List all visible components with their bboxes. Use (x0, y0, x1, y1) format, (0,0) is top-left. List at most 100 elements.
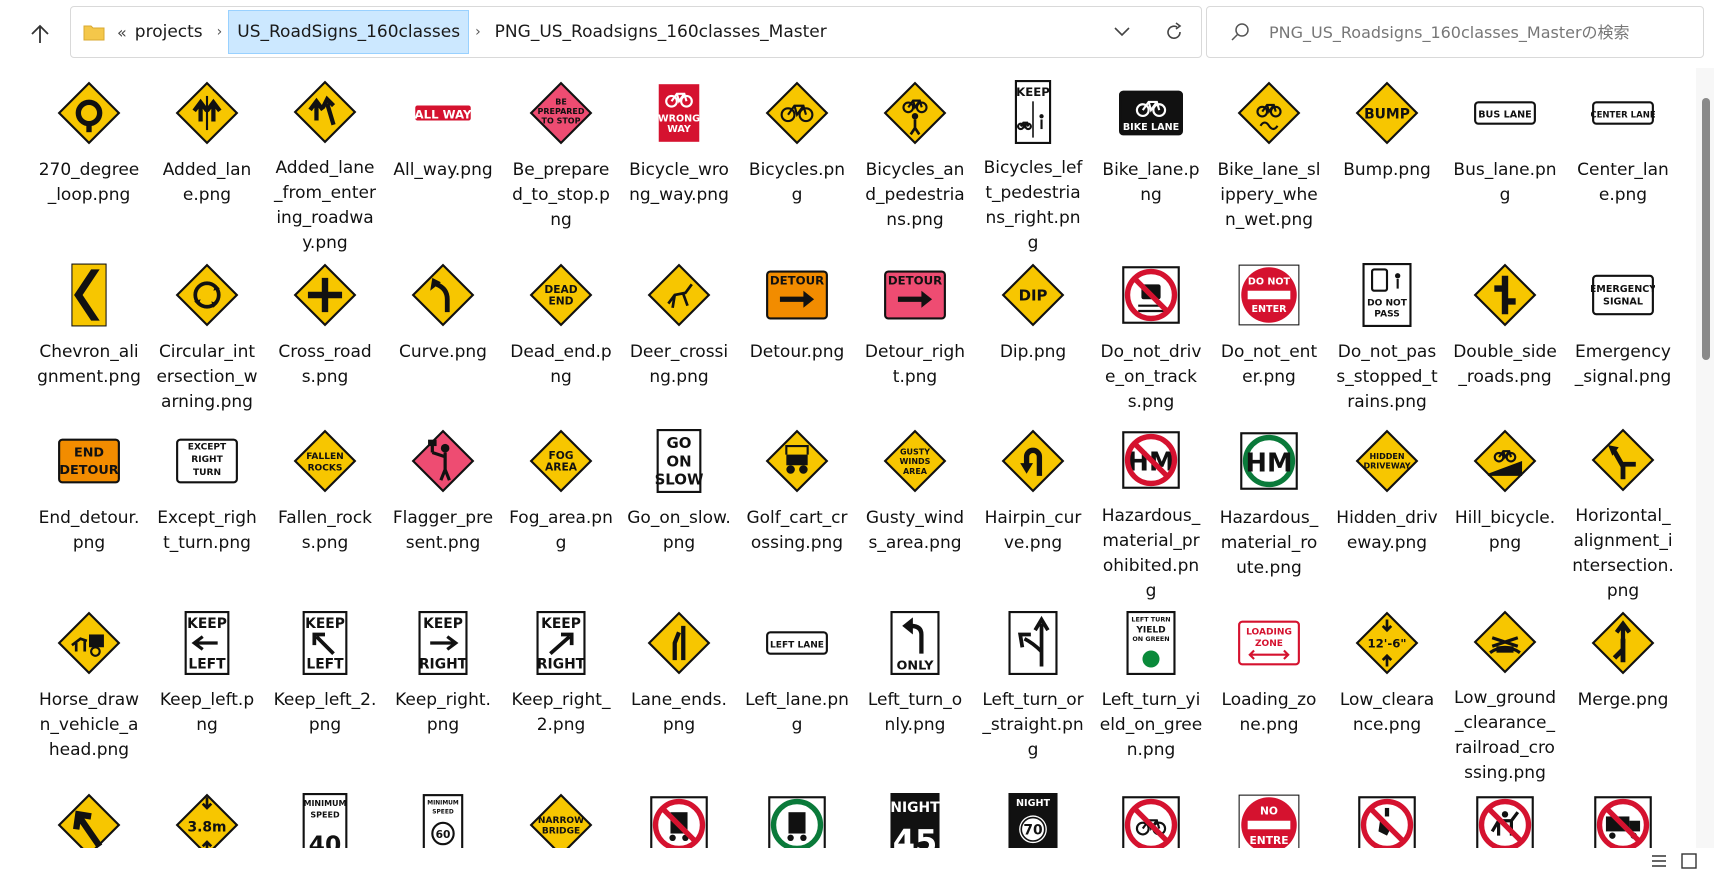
file-item[interactable]: GUSTY WINDS AREA Gusty_winds_area.png (856, 422, 974, 604)
file-item[interactable]: 12'-6" Low_clearance.png (1328, 604, 1446, 786)
file-item[interactable]: KEEP LEFT Keep_left_2.png (266, 604, 384, 786)
scrollbar-thumb[interactable] (1702, 98, 1710, 360)
breadcrumb-current-folder[interactable]: PNG_US_Roadsigns_160classes_Master (487, 10, 835, 54)
breadcrumb-overflow-icon[interactable]: « (117, 23, 127, 42)
address-bar[interactable]: « projects › US_RoadSigns_160classes › P… (70, 6, 1202, 58)
file-item[interactable] (1328, 786, 1446, 848)
file-item[interactable]: KEEP RIGHT Keep_right_2.png (502, 604, 620, 786)
svg-text:KEEP: KEEP (305, 616, 345, 632)
address-dropdown-button[interactable] (1105, 15, 1139, 49)
file-item[interactable]: DETOUR Detour_right.png (856, 256, 974, 422)
bicycles-pedestrians-sign-icon (883, 81, 947, 145)
file-item[interactable]: Hill_bicycle.png (1446, 422, 1564, 604)
file-item[interactable]: LEFT TURN YIELD ON GREEN Left_turn_yield_on… (1092, 604, 1210, 786)
file-item[interactable]: EMERGENCY SIGNAL Emergency_signal.png (1564, 256, 1682, 422)
bicycle-wrong-way-sign-icon: WRONGWAY (656, 82, 702, 144)
file-item[interactable]: Bicycles_and_pedestrians.png (856, 74, 974, 256)
file-item[interactable]: Do_not_drive_on_tracks.png (1092, 256, 1210, 422)
file-item[interactable]: WRONG WAY Bicycle_wrong_way.png (620, 74, 738, 256)
file-item[interactable] (620, 786, 738, 848)
file-item[interactable]: NIGHT 70 (974, 786, 1092, 848)
search-box[interactable] (1206, 6, 1704, 58)
dip-sign-icon: DIP (974, 256, 1092, 334)
file-item[interactable]: MINIMUM SPEED 40 (266, 786, 384, 848)
file-item[interactable] (30, 786, 148, 848)
trucks-allowed-sign-icon (768, 796, 826, 848)
file-item[interactable]: GO ON SLOW Go_on_slow.png (620, 422, 738, 604)
svg-text:NIGHT: NIGHT (1016, 798, 1051, 809)
up-arrow-button[interactable] (22, 16, 58, 52)
breadcrumb-separator-icon[interactable]: › (469, 24, 487, 40)
svg-text:LEFT: LEFT (306, 657, 344, 673)
file-item[interactable]: EXCEPT RIGHT TURN Except_right_turn.png (148, 422, 266, 604)
large-icons-view-button[interactable] (1678, 850, 1700, 872)
file-item[interactable]: Low_ground_clearance_railroad_crossing.p… (1446, 604, 1564, 786)
file-item[interactable]: NIGHT 45 (856, 786, 974, 848)
file-item[interactable]: Chevron_alignment.png (30, 256, 148, 422)
file-item[interactable]: Cross_roads.png (266, 256, 384, 422)
breadcrumb-us-roadsigns[interactable]: US_RoadSigns_160classes (228, 10, 470, 54)
file-item[interactable]: CENTER LANE Center_lane.png (1564, 74, 1682, 256)
svg-text:ON: ON (666, 452, 691, 470)
file-item[interactable]: DEAD END Dead_end.png (502, 256, 620, 422)
file-name: Hairpin_curve.png (984, 508, 1082, 553)
file-item[interactable]: DETOUR Detour.png (738, 256, 856, 422)
file-item[interactable]: Added_lane.png (148, 74, 266, 256)
file-item[interactable]: Flagger_present.png (384, 422, 502, 604)
file-item[interactable]: ALL WAY All_way.png (384, 74, 502, 256)
file-item[interactable]: Horizontal_alignment_intersection.png (1564, 422, 1682, 604)
file-item[interactable]: Added_lane_from_entering_roadway.png (266, 74, 384, 256)
file-item[interactable]: Bike_lane_slippery_when_wet.png (1210, 74, 1328, 256)
file-item[interactable]: BUS LANE Bus_lane.png (1446, 74, 1564, 256)
file-item[interactable]: DIP Dip.png (974, 256, 1092, 422)
file-item[interactable]: ONLY Left_turn_only.png (856, 604, 974, 786)
file-item[interactable]: DO NOT PASS Do_not_pass_stopped_trains.png (1328, 256, 1446, 422)
vertical-scrollbar[interactable] (1696, 68, 1714, 848)
file-item[interactable]: LOADING ZONE Loading_zone.png (1210, 604, 1328, 786)
file-name: Flagger_present.png (392, 508, 494, 553)
refresh-button[interactable] (1157, 15, 1191, 49)
file-item[interactable]: Golf_cart_crossing.png (738, 422, 856, 604)
file-item[interactable]: Horse_drawn_vehicle_ahead.png (30, 604, 148, 786)
left-turn-only-sign-icon: ONLY (890, 611, 940, 675)
file-item[interactable]: BIKE LANE Bike_lane.png (1092, 74, 1210, 256)
file-item[interactable]: Merge.png (1564, 604, 1682, 786)
file-item[interactable]: FOG AREA Fog_area.png (502, 422, 620, 604)
file-item[interactable]: Bicycles.png (738, 74, 856, 256)
file-item[interactable]: Hairpin_curve.png (974, 422, 1092, 604)
search-input[interactable] (1269, 22, 1689, 42)
file-item[interactable]: FALLEN ROCKS Fallen_rocks.png (266, 422, 384, 604)
file-item[interactable] (1564, 786, 1682, 848)
file-item[interactable] (1092, 786, 1210, 848)
details-view-button[interactable] (1648, 850, 1670, 872)
file-item[interactable]: NO ENTRE (1210, 786, 1328, 848)
file-item[interactable]: MINIMUM SPEED 60 (384, 786, 502, 848)
file-item[interactable]: 3.8m (148, 786, 266, 848)
file-item[interactable]: HIDDEN DRIVEWAY Hidden_driveway.png (1328, 422, 1446, 604)
file-item[interactable]: Curve.png (384, 256, 502, 422)
file-item[interactable]: Deer_crossing.png (620, 256, 738, 422)
file-item[interactable]: Left_turn_or_straight.png (974, 604, 1092, 786)
file-item[interactable]: BE PREPARED TO STOP Be_prepared_to_stop.png (502, 74, 620, 256)
file-item[interactable] (738, 786, 856, 848)
file-item[interactable]: END DETOUR End_detour.png (30, 422, 148, 604)
file-item[interactable]: DO NOT ENTER Do_not_enter.png (1210, 256, 1328, 422)
loading-zone-sign-icon: LOADING ZONE (1210, 604, 1328, 682)
file-item[interactable] (1446, 786, 1564, 848)
file-item[interactable]: Double_side_roads.png (1446, 256, 1564, 422)
file-item[interactable]: Lane_ends.png (620, 604, 738, 786)
file-item[interactable]: KEEP Bicycles_left_pedestrians_right.png (974, 74, 1092, 256)
file-item[interactable]: NARROW BRIDGE (502, 786, 620, 848)
file-item[interactable]: LEFT LANE Left_lane.png (738, 604, 856, 786)
file-item[interactable]: 270_degree_loop.png (30, 74, 148, 256)
file-item[interactable]: HM Hazardous_material_route.png (1210, 422, 1328, 604)
file-item[interactable]: HM Hazardous_material_prohibited.png (1092, 422, 1210, 604)
breadcrumb-projects[interactable]: projects (127, 10, 211, 54)
keep-left-right-sign-icon: KEEP (1014, 80, 1052, 144)
file-item[interactable]: Circular_intersection_warning.png (148, 256, 266, 422)
file-item[interactable]: BUMP Bump.png (1328, 74, 1446, 256)
breadcrumb-separator-icon[interactable]: › (211, 24, 229, 40)
svg-text:DETOUR: DETOUR (59, 463, 118, 478)
file-item[interactable]: KEEP LEFT Keep_left.png (148, 604, 266, 786)
file-item[interactable]: KEEP RIGHT Keep_right.png (384, 604, 502, 786)
